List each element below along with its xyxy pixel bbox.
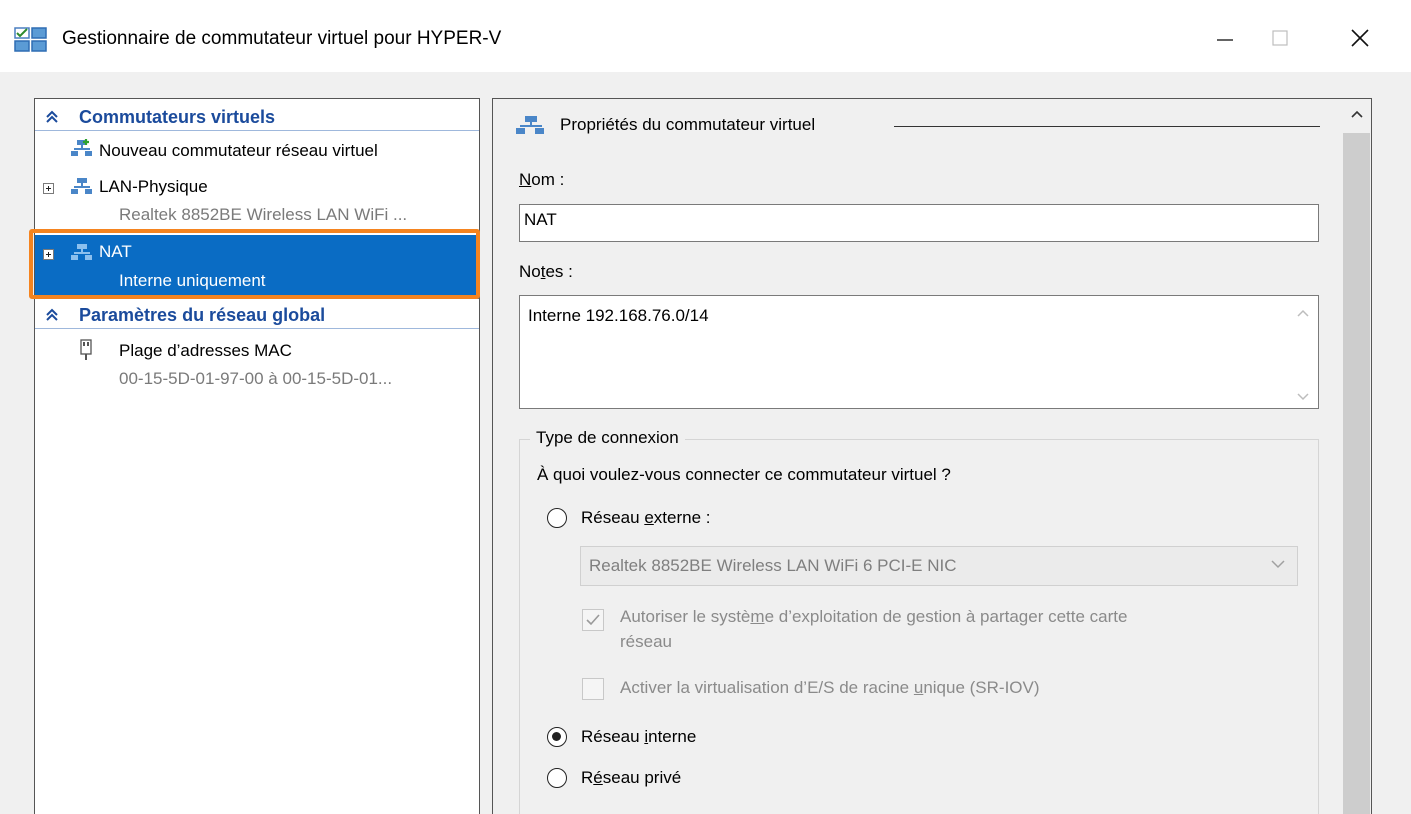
title-bar: Gestionnaire de commutateur virtuel pour… bbox=[0, 0, 1411, 72]
share-adapter-label-line1: Autoriser le système d’exploitation de g… bbox=[620, 607, 1128, 626]
section-global-network-settings[interactable]: Paramètres du réseau global bbox=[35, 301, 479, 329]
switch-name: LAN-Physique bbox=[99, 177, 208, 196]
new-virtual-switch-item[interactable]: Nouveau commutateur réseau virtuel bbox=[35, 135, 479, 167]
new-switch-label: Nouveau commutateur réseau virtuel bbox=[99, 141, 378, 160]
chevron-down-icon bbox=[1271, 560, 1285, 569]
close-icon bbox=[1351, 29, 1369, 47]
maximize-button[interactable] bbox=[1260, 22, 1300, 54]
expand-icon[interactable] bbox=[43, 249, 54, 260]
expand-icon[interactable] bbox=[43, 183, 54, 194]
connection-question: À quoi voulez-vous connecter ce commutat… bbox=[537, 465, 951, 484]
notes-textarea[interactable]: Interne 192.168.76.0/14 bbox=[519, 295, 1319, 409]
checkmark-icon bbox=[586, 614, 600, 626]
mac-address-icon bbox=[80, 339, 92, 360]
connection-type-legend: Type de connexion bbox=[530, 428, 685, 448]
switch-name: NAT bbox=[99, 242, 132, 261]
minimize-button[interactable] bbox=[1205, 22, 1245, 54]
switch-item-nat[interactable]: NAT Interne uniquement bbox=[35, 235, 479, 299]
notes-value: Interne 192.168.76.0/14 bbox=[528, 306, 709, 325]
new-switch-icon bbox=[71, 139, 92, 156]
section-divider bbox=[35, 130, 479, 131]
close-button[interactable] bbox=[1340, 22, 1380, 54]
section-global-label: Paramètres du réseau global bbox=[79, 305, 326, 325]
scroll-down-icon[interactable] bbox=[1296, 392, 1310, 402]
name-input[interactable]: NAT bbox=[519, 204, 1319, 242]
switch-detail: Realtek 8852BE Wireless LAN WiFi ... bbox=[119, 205, 408, 224]
network-switch-icon bbox=[71, 178, 92, 194]
properties-group-title: Propriétés du commutateur virtuel bbox=[560, 115, 816, 134]
adapter-select-value: Realtek 8852BE Wireless LAN WiFi 6 PCI-E… bbox=[589, 556, 957, 575]
section-virtual-switches-label: Commutateurs virtuels bbox=[79, 107, 276, 127]
network-switch-icon bbox=[71, 244, 92, 260]
minimize-icon bbox=[1217, 39, 1233, 41]
section-virtual-switches[interactable]: Commutateurs virtuels bbox=[35, 103, 479, 131]
radio-external-network[interactable] bbox=[547, 508, 567, 528]
mac-address-range-item[interactable]: Plage d’adresses MAC 00-15-5D-01-97-00 à… bbox=[35, 335, 479, 397]
scroll-up-icon[interactable] bbox=[1296, 308, 1310, 318]
radio-private-network[interactable] bbox=[547, 768, 567, 788]
external-network-label[interactable]: Réseau externe : bbox=[581, 508, 711, 528]
notes-label: Notes : bbox=[519, 262, 573, 281]
collapse-chevron-icon bbox=[46, 308, 58, 321]
private-network-label[interactable]: Réseau privé bbox=[581, 768, 681, 788]
name-label: Nom : bbox=[519, 170, 565, 189]
scrollbar-thumb[interactable] bbox=[1343, 133, 1370, 814]
mac-range-detail: 00-15-5D-01-97-00 à 00-15-5D-01... bbox=[119, 369, 393, 388]
sriov-checkbox[interactable] bbox=[582, 678, 604, 700]
window-title: Gestionnaire de commutateur virtuel pour… bbox=[62, 28, 502, 49]
switch-tree-panel: Commutateurs virtuels Nouveau commutateu… bbox=[34, 98, 480, 814]
internal-network-label[interactable]: Réseau interne bbox=[581, 727, 696, 747]
switch-item-lan-physique[interactable]: LAN-Physique Realtek 8852BE Wireless LAN… bbox=[35, 169, 479, 231]
switch-detail: Interne uniquement bbox=[119, 271, 266, 290]
scroll-up-icon[interactable] bbox=[1347, 104, 1367, 124]
maximize-icon bbox=[1272, 30, 1288, 46]
radio-internal-network[interactable] bbox=[547, 727, 567, 747]
group-divider bbox=[894, 126, 1320, 127]
section-divider bbox=[35, 328, 479, 329]
adapter-select[interactable]: Realtek 8852BE Wireless LAN WiFi 6 PCI-E… bbox=[580, 546, 1298, 586]
collapse-chevron-icon bbox=[46, 110, 58, 123]
share-adapter-label-line2: réseau bbox=[620, 632, 672, 651]
sriov-label: Activer la virtualisation d’E/S de racin… bbox=[620, 678, 1040, 697]
share-adapter-checkbox[interactable] bbox=[582, 609, 604, 631]
virtual-switch-icon bbox=[516, 116, 544, 134]
mac-range-label: Plage d’adresses MAC bbox=[119, 341, 292, 360]
virtual-switch-manager-icon bbox=[14, 27, 47, 52]
